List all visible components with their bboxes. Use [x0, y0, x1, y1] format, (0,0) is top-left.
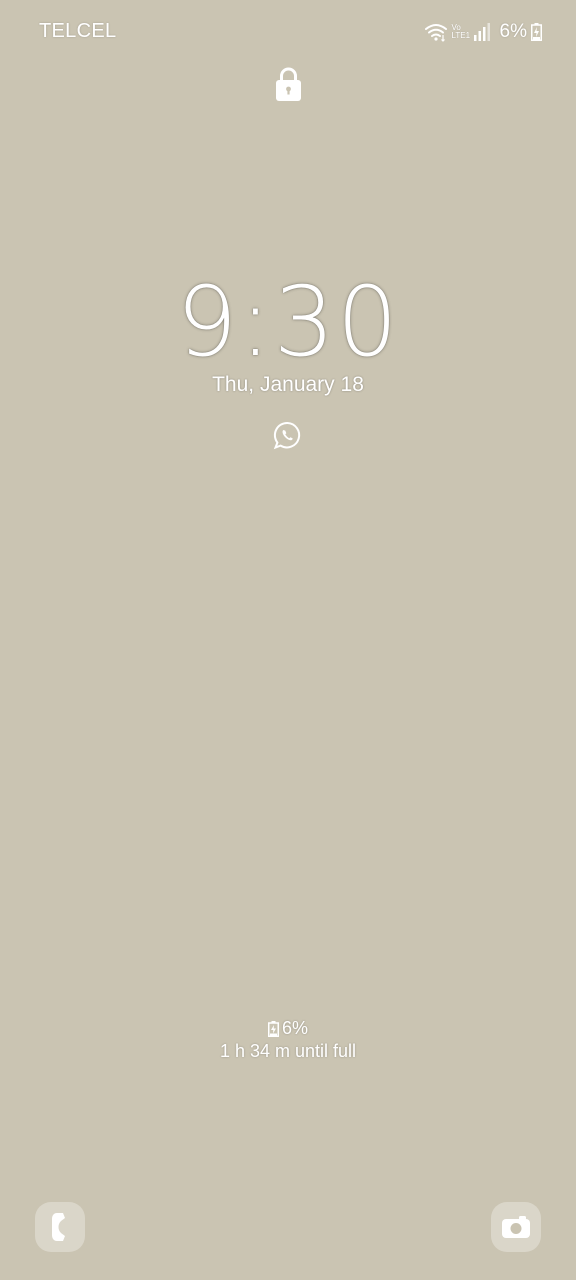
- volte-icon: Vo LTE1: [451, 24, 471, 40]
- battery-percent: 6%: [499, 21, 527, 42]
- wifi-icon: [424, 24, 447, 42]
- battery-charging-icon: [267, 1020, 279, 1037]
- battery-charging-icon: [531, 23, 542, 41]
- lock-icon[interactable]: [275, 66, 302, 102]
- charge-percent: 6%: [281, 1018, 308, 1038]
- phone-icon: [52, 1213, 65, 1241]
- charging-info: 6% 1 h 34 m until full: [0, 1018, 576, 1062]
- camera-icon: [502, 1216, 530, 1238]
- camera-shortcut-button[interactable]: [491, 1202, 541, 1252]
- status-bar: TELCEL Vo LTE1 6%: [0, 0, 576, 64]
- whatsapp-icon[interactable]: [273, 421, 302, 450]
- volte-bottom-label: LTE1: [451, 31, 471, 40]
- status-icons: Vo LTE1 6%: [424, 20, 542, 44]
- charge-time-remaining: 1 h 34 m until full: [219, 1041, 357, 1061]
- charge-status: 6%: [0, 1018, 576, 1039]
- phone-shortcut-button[interactable]: [35, 1202, 85, 1252]
- clock-time: 9:30: [176, 266, 400, 378]
- signal-icon: [473, 23, 490, 41]
- clock-date: Thu, January 18: [212, 373, 364, 396]
- carrier-name: TELCEL: [39, 20, 117, 42]
